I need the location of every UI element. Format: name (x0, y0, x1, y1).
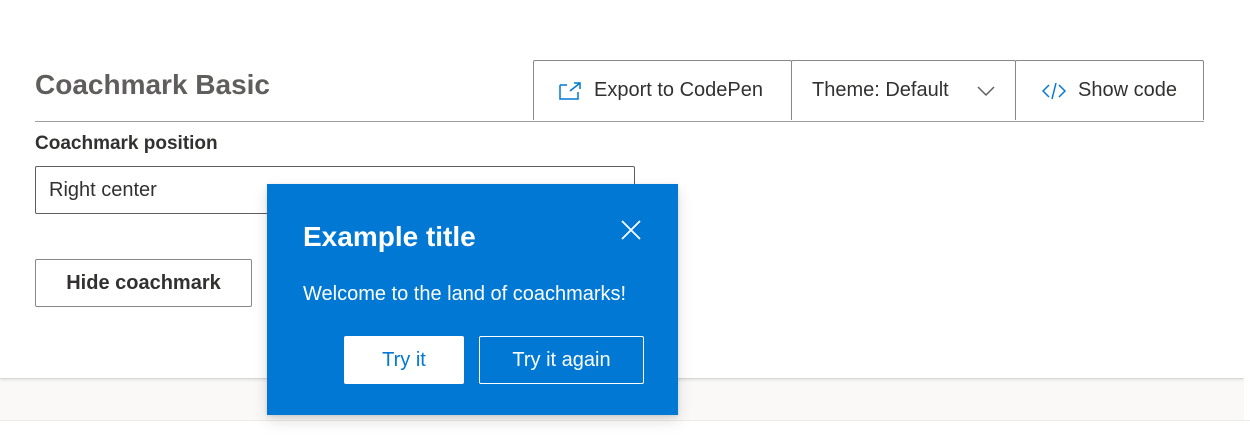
try-it-button[interactable]: Try it (344, 336, 464, 384)
example-header: Coachmark Basic Export to CodePen Theme:… (35, 60, 1204, 122)
coachmark-position-value: Right center (49, 178, 157, 201)
export-icon (558, 81, 582, 101)
show-code-button[interactable]: Show code (1015, 60, 1204, 120)
coachmark-title: Example title (303, 221, 476, 252)
chevron-down-icon (977, 85, 995, 97)
coachmark-teaching-bubble: Example title Welcome to the land of coa… (267, 184, 678, 415)
hide-coachmark-button[interactable]: Hide coachmark (35, 259, 252, 307)
scroll-edge (1244, 0, 1250, 442)
page-title: Coachmark Basic (35, 69, 271, 100)
export-label: Export to CodePen (594, 79, 763, 101)
export-to-codepen-button[interactable]: Export to CodePen (533, 60, 792, 120)
page: Coachmark Basic Export to CodePen Theme:… (0, 0, 1250, 442)
show-code-label: Show code (1078, 79, 1177, 101)
coachmark-body: Welcome to the land of coachmarks! (303, 283, 627, 305)
example-toolbar: Export to CodePen Theme: Default Show co… (533, 60, 1204, 121)
bottom-strip (0, 420, 1250, 442)
close-icon[interactable] (619, 218, 643, 242)
coachmark-position-label: Coachmark position (35, 133, 218, 154)
code-icon (1042, 82, 1066, 100)
theme-dropdown[interactable]: Theme: Default (791, 60, 1016, 120)
theme-label: Theme: Default (812, 79, 949, 101)
try-it-again-button[interactable]: Try it again (479, 336, 644, 384)
